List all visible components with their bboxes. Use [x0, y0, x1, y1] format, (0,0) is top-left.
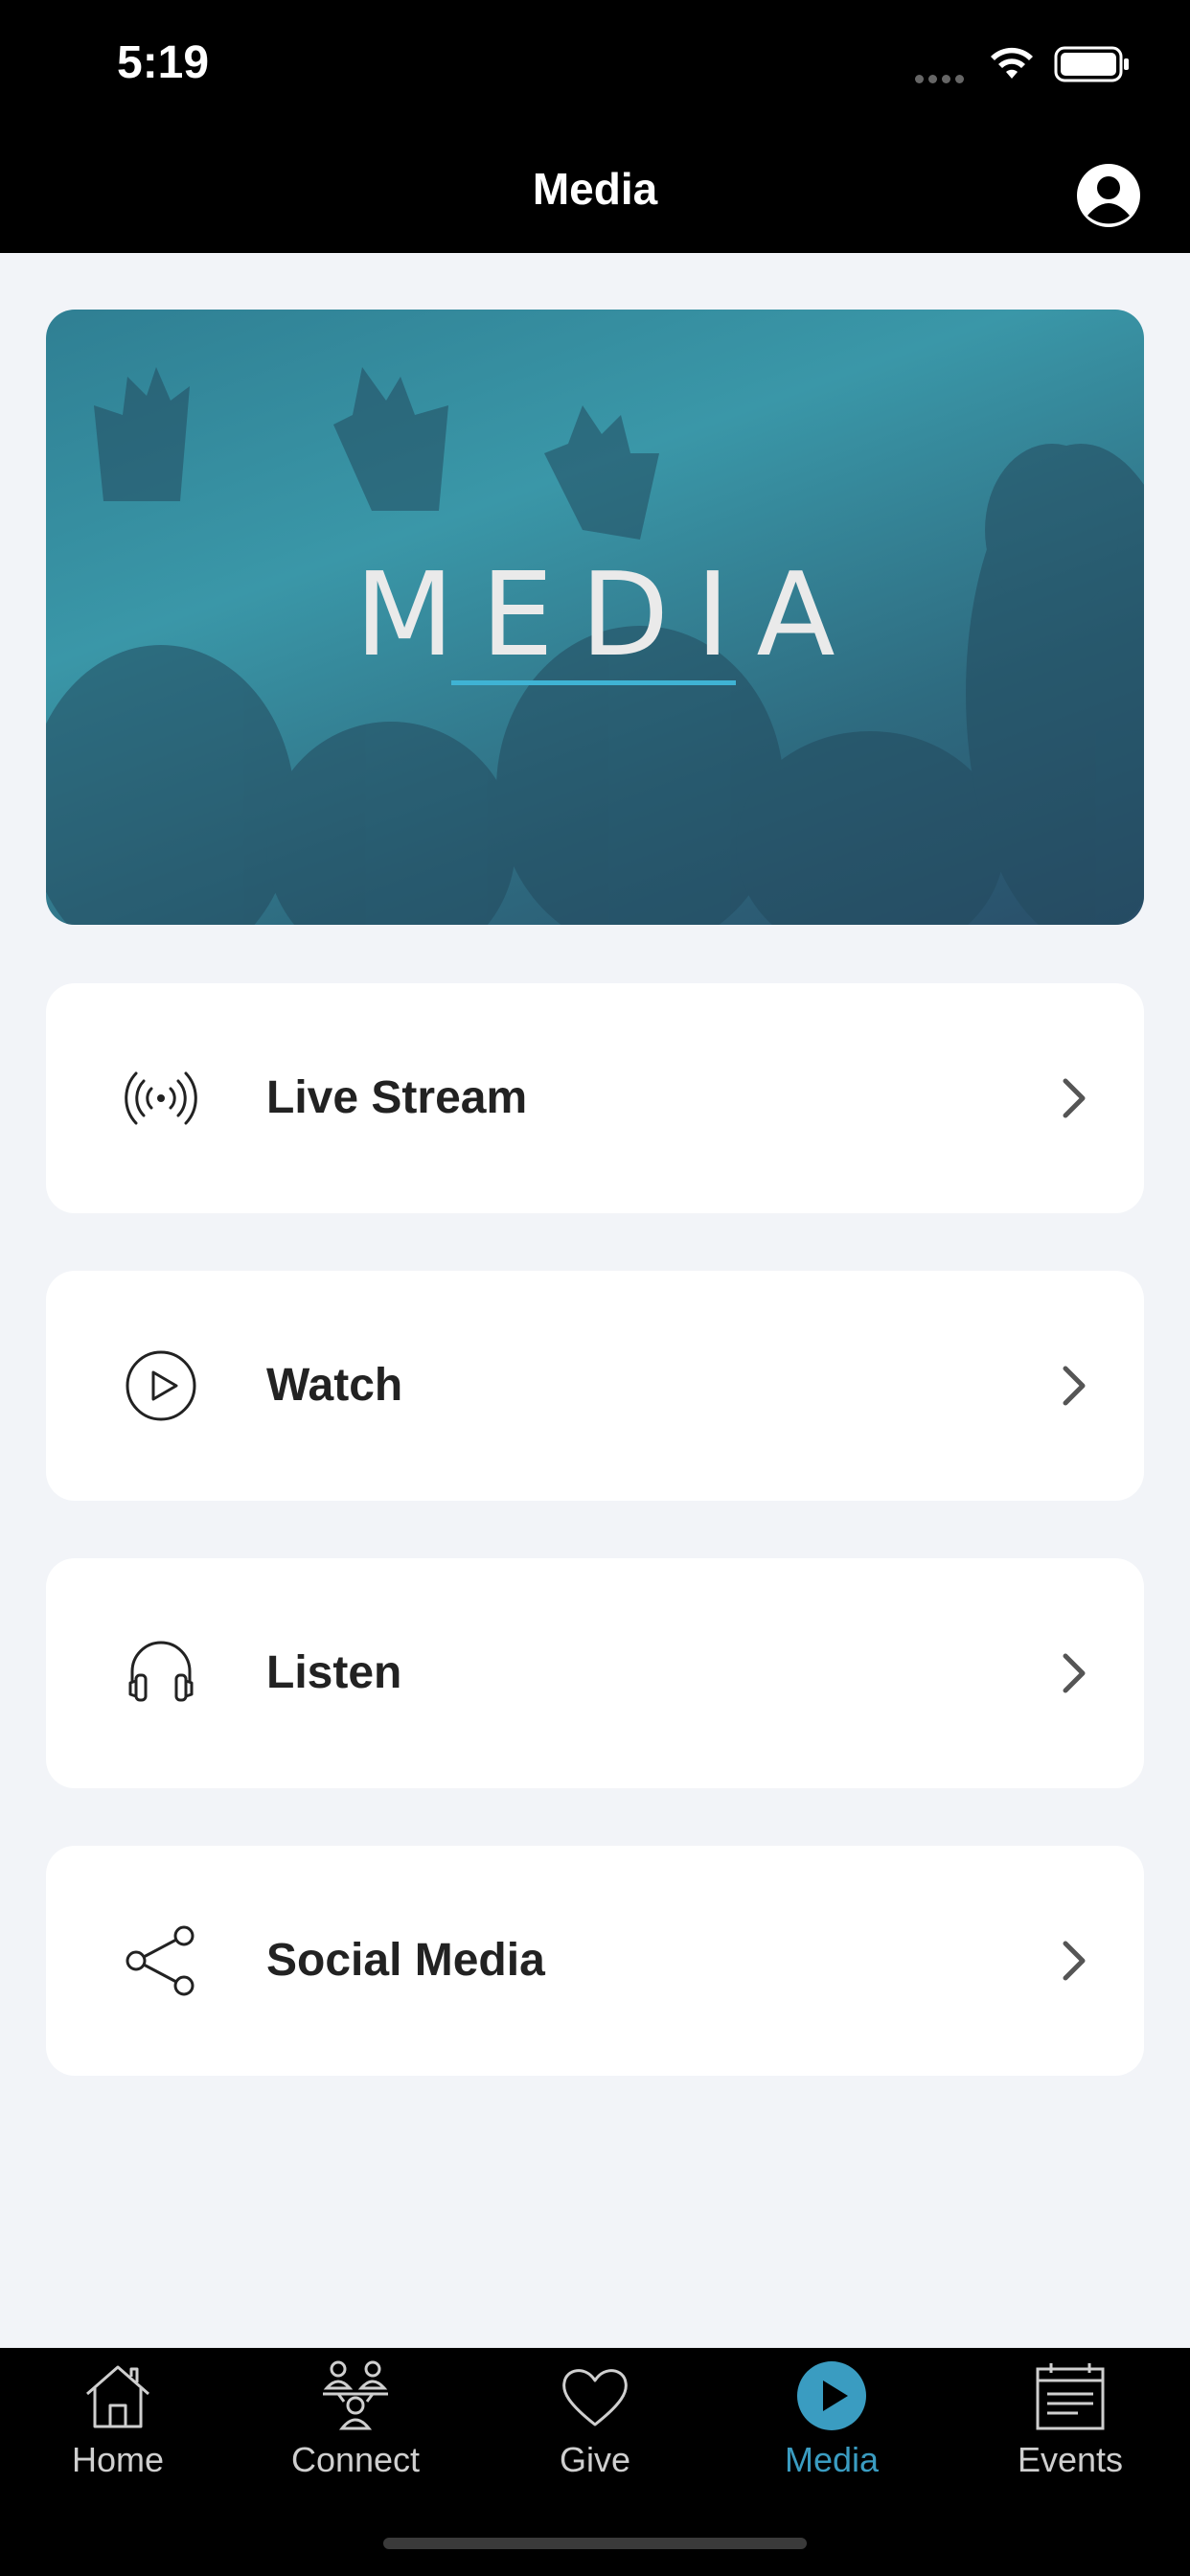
home-indicator[interactable] [383, 2538, 807, 2549]
calendar-icon [1036, 2363, 1105, 2430]
hero-title: MEDIA [355, 549, 862, 682]
tab-label: Connect [290, 2440, 421, 2479]
share-icon [126, 1925, 195, 1996]
tab-give[interactable]: Give [499, 2348, 691, 2511]
wifi-icon [991, 47, 1033, 79]
tab-home[interactable]: Home [22, 2348, 214, 2511]
chevron-right-icon [1063, 1366, 1086, 1406]
tab-events[interactable]: Events [974, 2348, 1166, 2511]
cellular-signal-icon [915, 71, 969, 88]
broadcast-icon [125, 1071, 197, 1125]
people-icon [323, 2360, 388, 2430]
menu-item-label: Watch [266, 1360, 403, 1411]
chevron-right-icon [1063, 1941, 1086, 1981]
chevron-right-icon [1063, 1653, 1086, 1693]
menu-item-label: Listen [266, 1647, 402, 1698]
tab-media[interactable]: Media [736, 2348, 927, 2511]
page-title: Media [532, 164, 658, 214]
tab-label: Events [1017, 2440, 1124, 2479]
home-icon [86, 2365, 149, 2428]
profile-icon[interactable] [1075, 162, 1142, 229]
play-circle-icon [126, 1350, 196, 1421]
navigation-bar: Media [0, 134, 1190, 253]
headphones-icon [128, 1641, 194, 1702]
menu-item-label: Live Stream [266, 1072, 528, 1123]
menu-item-live-stream[interactable]: Live Stream [46, 983, 1144, 1213]
tab-label: Give [559, 2440, 631, 2479]
tab-label: Home [71, 2440, 165, 2479]
tab-label: Media [784, 2440, 880, 2479]
menu-item-watch[interactable]: Watch [46, 1271, 1144, 1501]
chevron-right-icon [1063, 1078, 1086, 1118]
play-icon [797, 2361, 866, 2430]
menu-item-social-media[interactable]: Social Media [46, 1846, 1144, 2076]
battery-icon [1054, 46, 1129, 82]
heart-icon [562, 2369, 628, 2426]
media-hero-banner: MEDIA [46, 310, 1144, 925]
status-time: 5:19 [117, 37, 210, 88]
menu-item-label: Social Media [266, 1935, 545, 1986]
hero-underline [451, 680, 736, 685]
status-bar: 5:19 [0, 0, 1190, 134]
menu-item-listen[interactable]: Listen [46, 1558, 1144, 1788]
tab-connect[interactable]: Connect [260, 2348, 451, 2511]
